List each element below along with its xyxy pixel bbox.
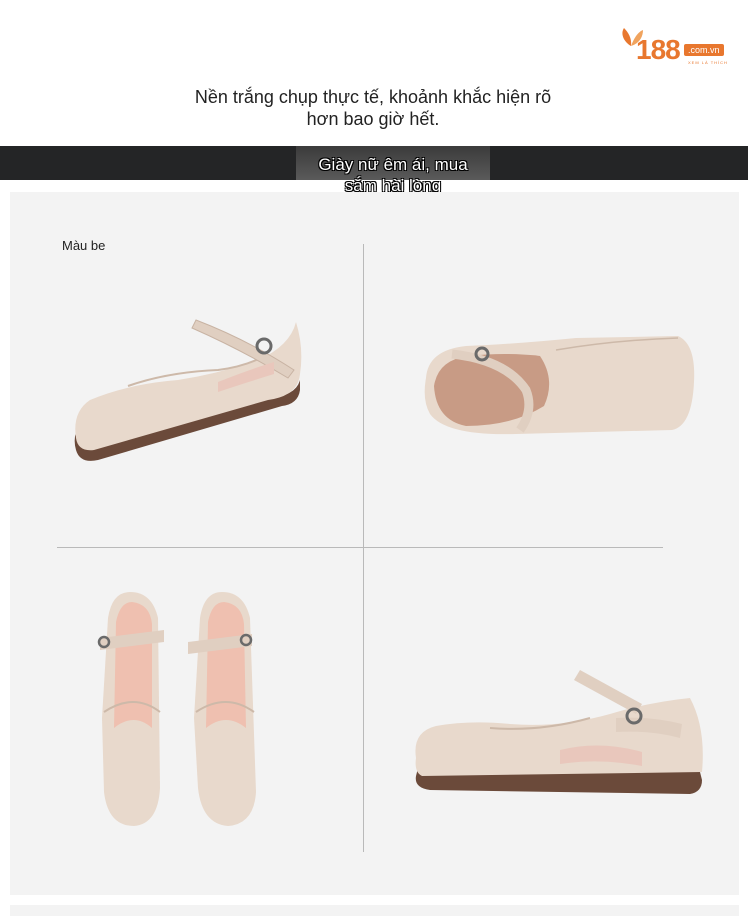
logo-number: 188 xyxy=(636,34,681,65)
grid-divider-horizontal xyxy=(57,547,663,548)
logo-tagline: XEM LÀ THÍCH xyxy=(688,60,728,65)
color-label: Màu be xyxy=(62,238,106,253)
next-panel-edge xyxy=(10,905,739,916)
logo-domain: .com.vn xyxy=(684,44,724,56)
shoe-front-pair-image xyxy=(97,592,256,826)
shoe-top-view-image xyxy=(424,336,695,435)
banner-line-1: Giày nữ êm ái, mua xyxy=(318,155,468,174)
grid-divider-vertical xyxy=(363,244,364,852)
banner-title: Giày nữ êm ái, mua sắm hài lòng xyxy=(296,154,490,196)
shoe-side-view-image xyxy=(74,319,302,461)
site-logo[interactable]: 188 .com.vn XEM LÀ THÍCH xyxy=(618,24,736,70)
shoe-side-view-alt-image xyxy=(415,670,703,794)
intro-line-2: hơn bao giờ hết. xyxy=(306,109,440,129)
intro-line-1: Nền trắng chụp thực tế, khoảnh khắc hiện… xyxy=(194,87,552,107)
intro-text: Nền trắng chụp thực tế, khoảnh khắc hiện… xyxy=(150,86,596,130)
